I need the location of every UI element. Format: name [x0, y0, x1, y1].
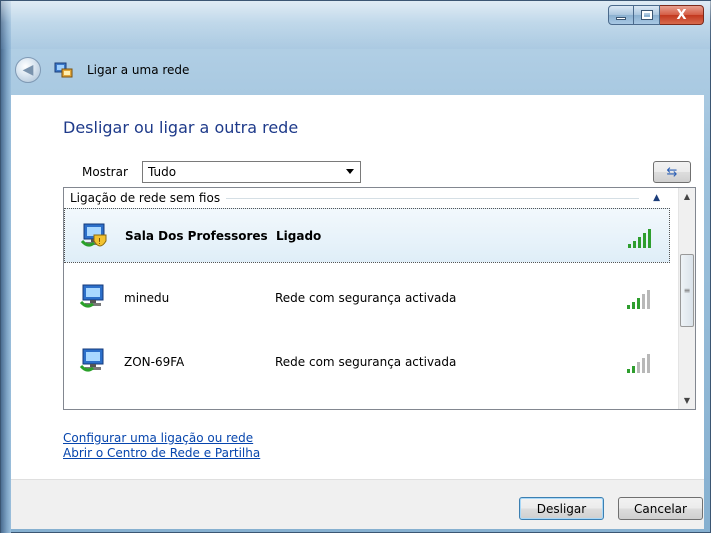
signal-strength-icon	[626, 287, 656, 311]
group-header[interactable]: Ligação de rede sem fios ▲	[64, 188, 670, 208]
network-list[interactable]: Ligação de rede sem fios ▲ ! Sala Dos Pr…	[63, 187, 696, 410]
signal-strength-icon	[627, 226, 657, 250]
window-controls: X	[608, 5, 704, 25]
window-frame-edge	[1, 1, 11, 533]
group-header-label: Ligação de rede sem fios	[70, 191, 221, 205]
refresh-button[interactable]: ⇆	[653, 161, 691, 183]
footer-bar: Desligar Cancelar	[11, 479, 704, 529]
collapse-chevron-icon[interactable]: ▲	[653, 193, 660, 203]
maximize-icon	[640, 10, 653, 20]
signal-strength-icon	[626, 351, 656, 375]
navigation-bar: ◀ Ligar a uma rede	[15, 56, 189, 84]
group-divider	[226, 197, 640, 199]
back-arrow-icon: ◀	[22, 62, 34, 78]
wireless-network-icon	[79, 282, 111, 312]
network-status: Rede com segurança activada	[275, 354, 457, 369]
network-name: minedu	[124, 290, 170, 305]
network-name: Sala Dos Professores	[125, 228, 268, 243]
refresh-icon: ⇆	[666, 164, 678, 180]
close-button[interactable]: X	[660, 5, 704, 25]
window-title: Ligar a uma rede	[87, 63, 190, 77]
back-button[interactable]: ◀	[15, 57, 41, 83]
content-panel: Desligar ou ligar a outra rede Mostrar T…	[11, 95, 704, 479]
dialog-window: X ◀ Ligar a uma rede Desligar ou ligar a…	[0, 0, 711, 533]
wireless-network-icon	[79, 346, 111, 376]
list-scrollbar[interactable]: ▲ ≡ ▼	[678, 188, 695, 409]
dropdown-arrow-icon	[346, 169, 354, 174]
disconnect-button[interactable]: Desligar	[519, 497, 604, 520]
title-bar[interactable]	[1, 1, 711, 49]
cancel-button[interactable]: Cancelar	[618, 497, 703, 520]
svg-text:!: !	[98, 237, 101, 246]
minimize-icon	[616, 16, 626, 20]
network-sharing-center-link[interactable]: Abrir o Centro de Rede e Partilha	[63, 446, 260, 461]
maximize-button[interactable]	[634, 5, 660, 25]
minimize-button[interactable]	[608, 5, 634, 25]
network-row-sala-dos-professores[interactable]: ! Sala Dos Professores Ligado	[64, 208, 670, 263]
scroll-down-button[interactable]: ▼	[679, 392, 695, 409]
network-status: Ligado	[276, 228, 322, 243]
filter-label: Mostrar	[82, 165, 128, 179]
network-row-minedu[interactable]: minedu Rede com segurança activada	[64, 270, 670, 325]
scroll-thumb[interactable]: ≡	[680, 254, 694, 327]
network-row-zon-69fa[interactable]: ZON-69FA Rede com segurança activada	[64, 334, 670, 389]
scroll-up-button[interactable]: ▲	[679, 188, 695, 205]
page-heading: Desligar ou ligar a outra rede	[63, 118, 299, 137]
filter-dropdown[interactable]: Tudo	[142, 161, 361, 183]
filter-selected-value: Tudo	[148, 165, 177, 179]
network-status: Rede com segurança activada	[275, 290, 457, 305]
setup-connection-link[interactable]: Configurar uma ligação ou rede	[63, 431, 260, 446]
network-wizard-icon	[53, 60, 75, 80]
network-name: ZON-69FA	[124, 354, 185, 369]
links-section: Configurar uma ligação ou rede Abrir o C…	[63, 431, 260, 461]
wireless-network-secured-icon: !	[80, 221, 112, 251]
